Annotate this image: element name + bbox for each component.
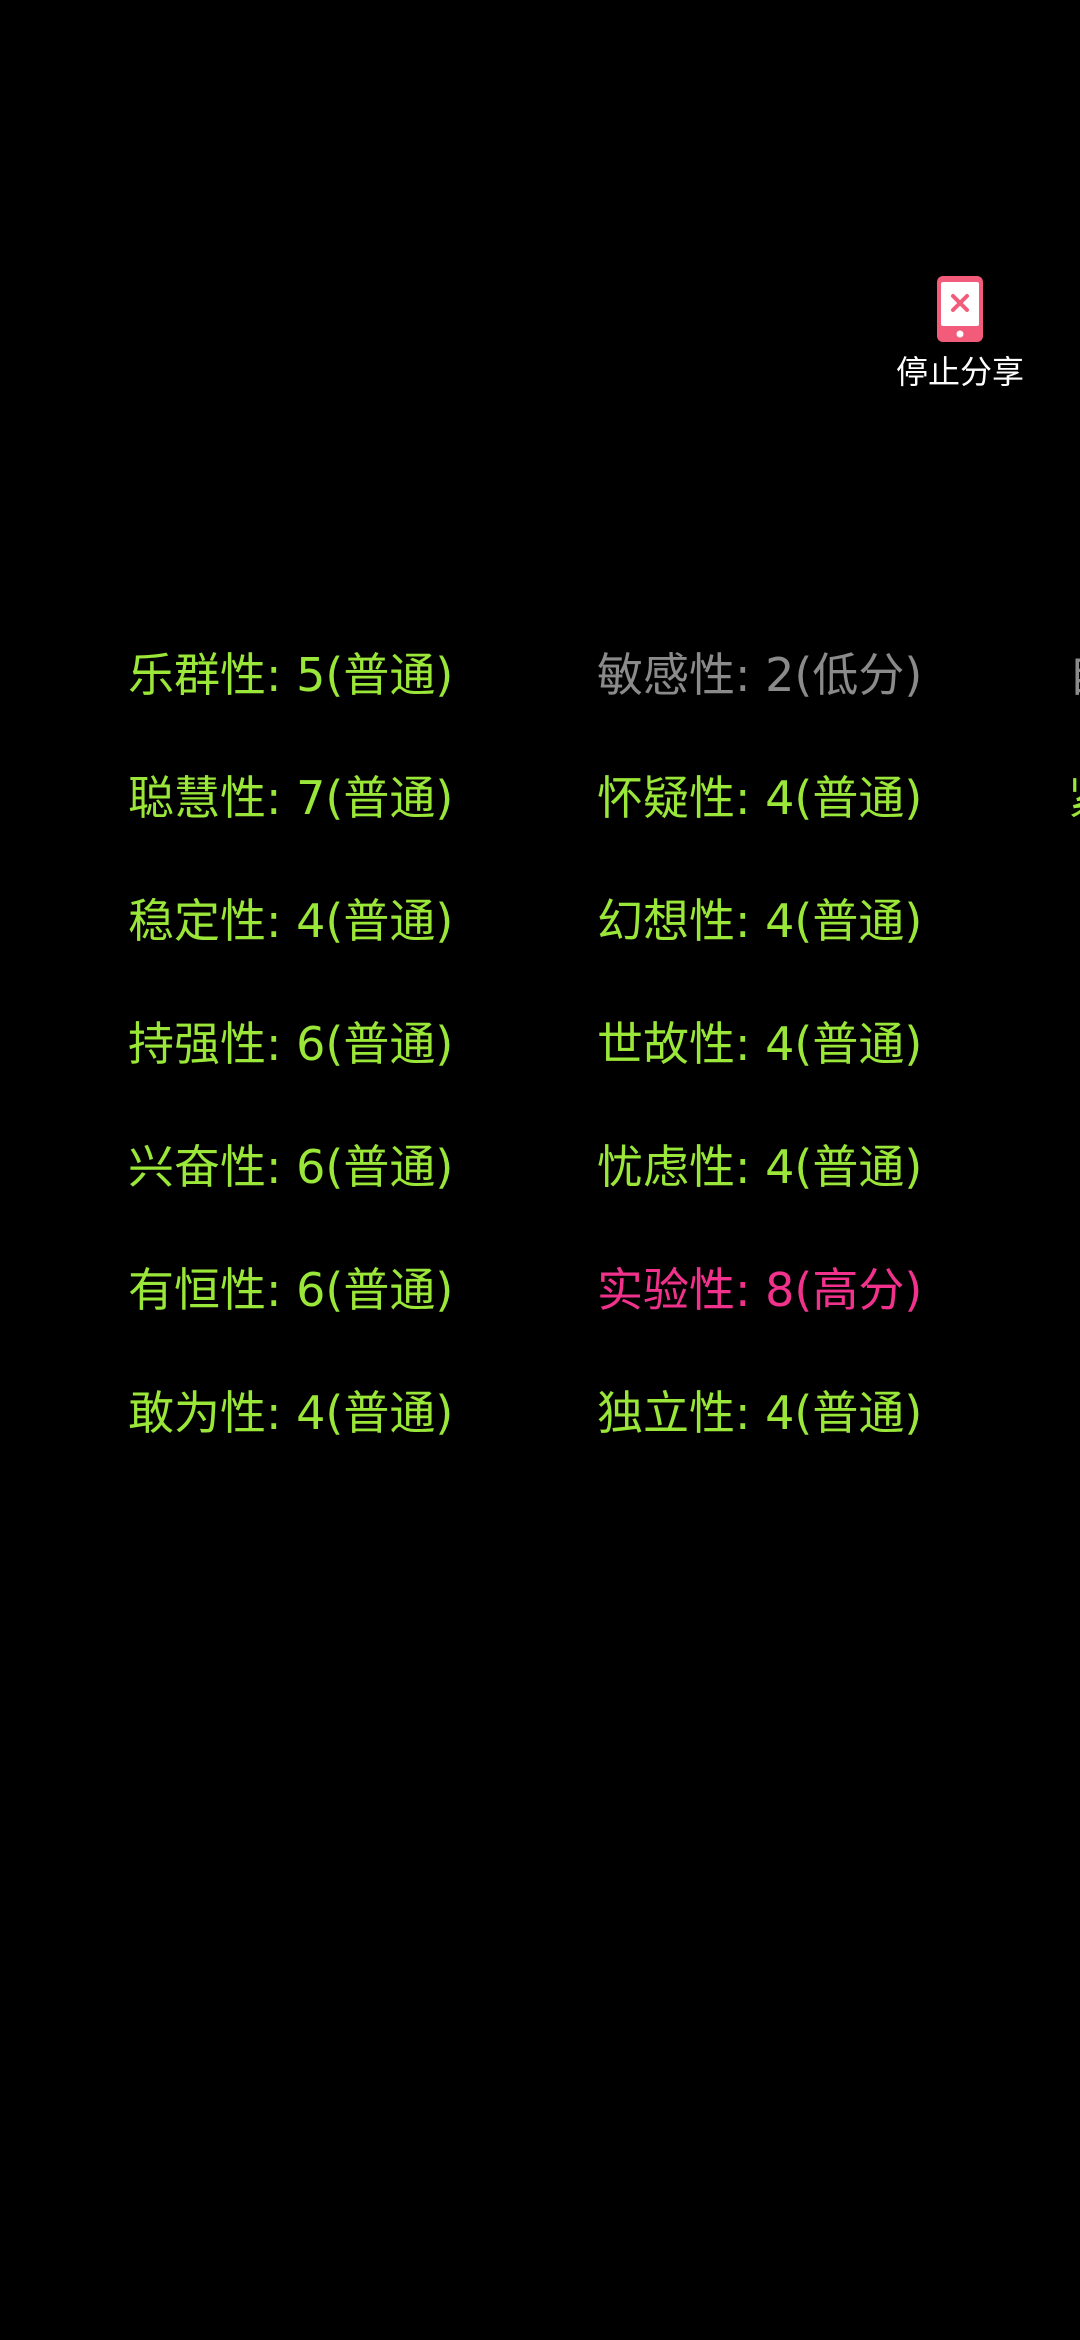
trait-col3-row2-partial: 紧	[1068, 768, 1080, 828]
trait-rule-consciousness: 有恒性: 6(普通)	[128, 1263, 454, 1317]
trait-self-reliance: 独立性: 4(普通)	[597, 1386, 923, 1440]
trait-openness-to-change: 实验性: 8(高分)	[597, 1263, 923, 1317]
trait-dominance: 持强性: 6(普通)	[128, 1017, 454, 1071]
trait-abstractedness: 幻想性: 4(普通)	[597, 894, 923, 948]
trait-privateness: 世故性: 4(普通)	[597, 1017, 923, 1071]
trait-emotional-stability: 稳定性: 4(普通)	[128, 894, 454, 948]
trait-col3-row1-partial: 自	[1068, 645, 1080, 705]
trait-vigilance: 怀疑性: 4(普通)	[597, 771, 923, 825]
trait-apprehension: 忧虑性: 4(普通)	[597, 1140, 923, 1194]
trait-warmth: 乐群性: 5(普通)	[128, 648, 454, 702]
trait-reasoning: 聪慧性: 7(普通)	[128, 771, 454, 825]
trait-liveliness: 兴奋性: 6(普通)	[128, 1140, 454, 1194]
trait-social-boldness: 敢为性: 4(普通)	[128, 1386, 454, 1440]
trait-sensitivity: 敏感性: 2(低分)	[597, 648, 923, 702]
stop-share-button[interactable]: 停止分享	[880, 276, 1040, 392]
stop-share-label: 停止分享	[895, 353, 1024, 391]
phone-stop-icon	[937, 276, 983, 342]
